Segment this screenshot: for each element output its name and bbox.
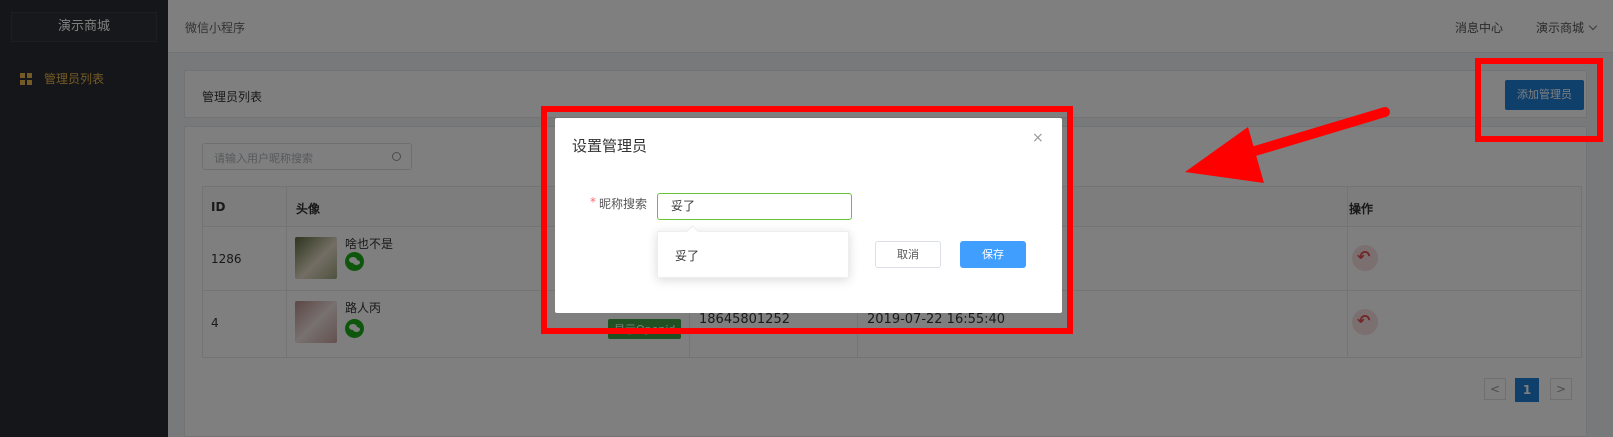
annotation-arrow [1185, 107, 1390, 183]
